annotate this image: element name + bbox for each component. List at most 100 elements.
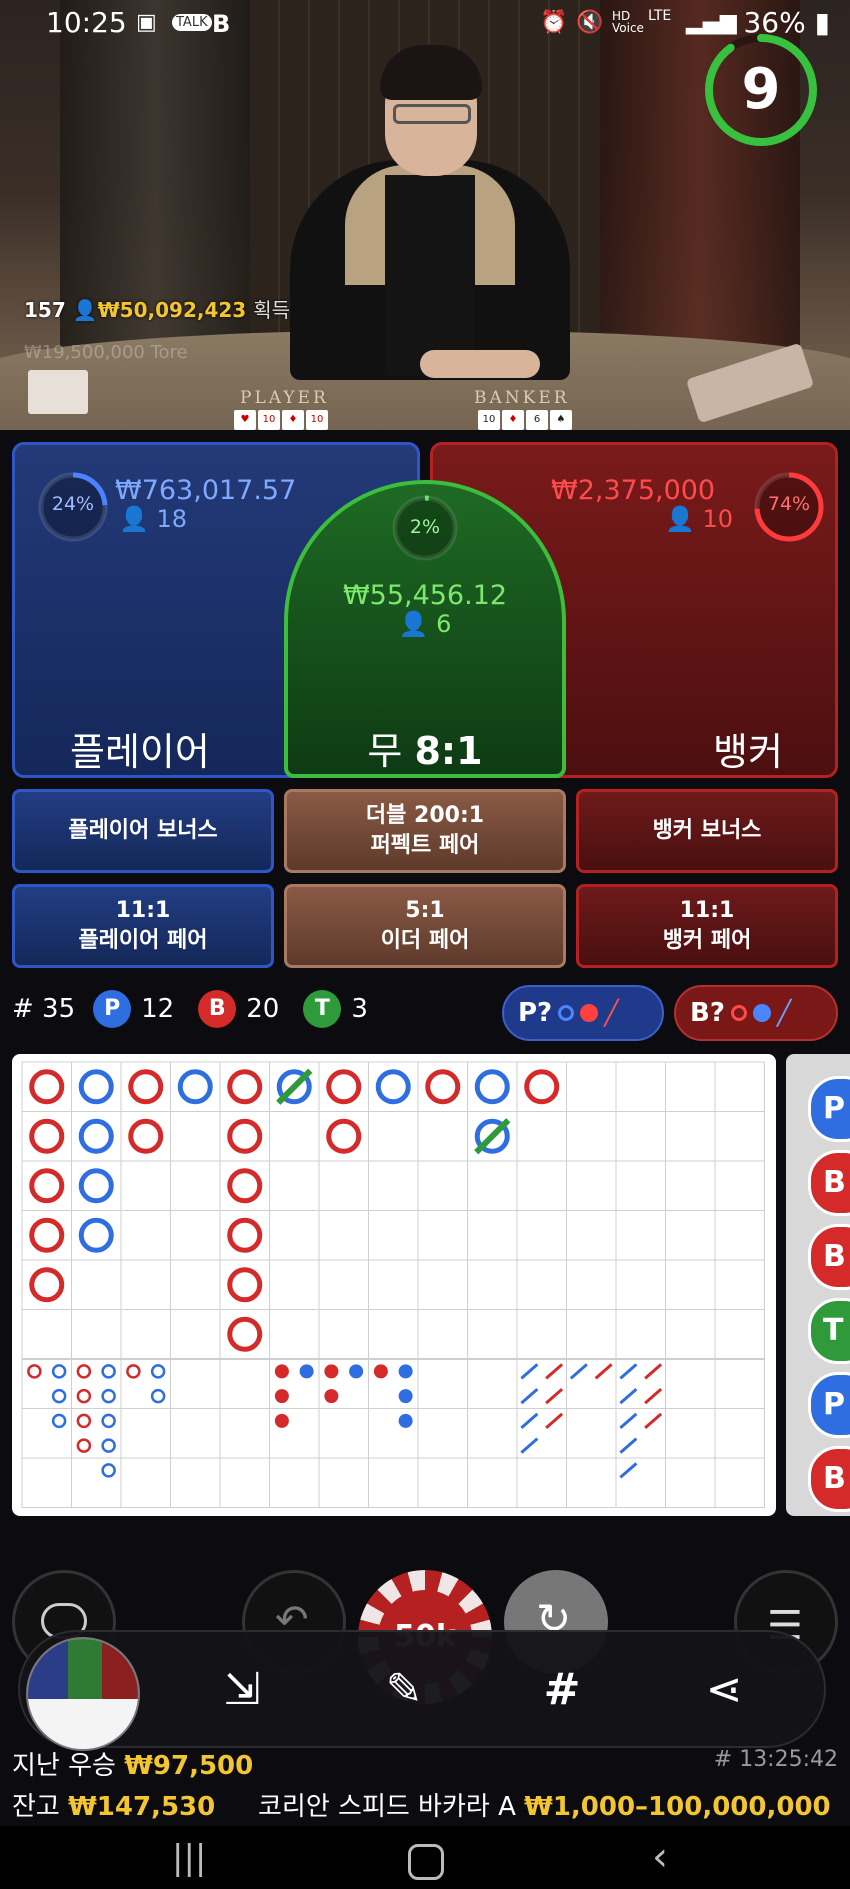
tie-count-value: 6 [436,610,452,638]
small-road-marker [51,1388,67,1404]
mute-icon: 🔇 [576,10,604,35]
side-road-p: P [808,1372,850,1438]
side-road-t: T [808,1298,850,1364]
bet-spot-tie[interactable]: 2% ₩55,456.12 👤 6 무 8:1 [284,480,566,778]
last-win-row: 지난 우승 ₩97,500 [12,1745,253,1782]
hd-voice-icon: HD Voice [612,9,644,35]
tie-count: 👤 6 [288,610,562,638]
ask-player-label: P? [518,998,553,1028]
small-road-marker [76,1413,92,1429]
bet-player-bonus[interactable]: 플레이어 보너스 [12,789,274,873]
player-pair-label: 플레이어 페어 [78,928,208,953]
person-icon: 👤 [398,610,429,638]
big-road-marker [227,1168,263,1204]
bigeye-road-dot [398,1389,413,1404]
blue-dot-icon [752,1004,771,1022]
small-road-marker [150,1388,166,1404]
person-icon: 👤 [119,505,149,533]
big-road-marker [78,1118,114,1154]
red-slash-icon: ╱ [604,999,619,1027]
bigeye-road-dot [274,1364,289,1379]
bet-perfect-pair[interactable]: 더블 200:1 퍼펙트 페어 [284,789,566,873]
big-road-marker [78,1069,114,1105]
player-pair-payout: 11:1 [115,898,171,923]
bigeye-road-dot [398,1364,413,1379]
blue-ring-icon [558,1005,575,1021]
ask-player-button[interactable]: P? ╱ [502,985,664,1041]
dealer-hands [420,350,540,378]
scroll-capture-icon[interactable]: ⇲ [212,1660,272,1720]
game-time: # 13:25:42 [713,1747,838,1772]
gallery-icon: ▣ [136,10,157,35]
banker-wins-count: 20 [246,994,280,1024]
bet-either-pair[interactable]: 5:1 이더 페어 [284,884,566,968]
bigeye-road-dot [324,1364,339,1379]
either-pair-label: 이더 페어 [380,928,470,953]
big-road-marker [524,1069,560,1105]
perfect-pair-label: 퍼펙트 페어 [370,833,480,858]
thumb-roadmap [28,1699,138,1749]
ask-banker-button[interactable]: B? ╱ [674,985,838,1041]
small-road-marker [101,1463,116,1478]
big-road-marker [425,1069,461,1105]
small-road-marker [101,1438,116,1453]
thumb-tie-area [68,1639,102,1699]
small-road-marker [101,1413,116,1429]
side-road-b: B [808,1150,850,1216]
cockroach-road-slash [520,1387,539,1405]
player-count: 👤 18 [119,505,187,533]
roadmap-side-panel[interactable]: P B B T P B [786,1054,850,1516]
cockroach-road-slash [594,1363,613,1380]
bet-banker-bonus[interactable]: 뱅커 보너스 [576,789,838,873]
big-road-marker [128,1118,164,1154]
bet-banker-pair[interactable]: 11:1 뱅커 페어 [576,884,838,968]
table-name: 코리안 스피드 바카라 A [258,1792,516,1822]
crop-edit-icon[interactable]: ✎ [374,1660,434,1720]
bet-player-pair[interactable]: 11:1 플레이어 페어 [12,884,274,968]
player-title: 플레이어 [70,730,210,774]
small-road-marker [27,1364,42,1379]
lte-icon: LTE [648,8,672,24]
hashtag-icon[interactable]: # [532,1660,592,1720]
bigeye-road-dot [274,1413,289,1428]
red-ring-icon [730,1005,747,1021]
big-road-marker [128,1069,164,1105]
big-road-marker [227,1217,263,1253]
bigeye-road-dot [299,1364,314,1379]
tie-title-label: 무 [367,729,403,773]
banker-percent: 74% [767,493,811,515]
round-number: # 35 [12,994,76,1024]
playing-card: ♥ [234,410,256,430]
bigeye-road-dot [349,1364,364,1379]
status-time: 10:25 [46,6,127,39]
big-road-marker [326,1118,362,1154]
screenshot-thumbnail[interactable] [26,1637,140,1751]
system-nav-bar: ||| ‹ [0,1826,850,1889]
bigeye-road-dot [324,1389,339,1404]
tie-amount: ₩55,456.12 [342,580,508,611]
small-road-marker [101,1388,116,1404]
cockroach-road-slash [644,1387,663,1405]
last-win-amount: ₩97,500 [124,1751,254,1781]
big-road-marker [227,1069,263,1105]
big-road-marker [78,1217,114,1253]
small-road-marker [76,1438,92,1453]
blue-slash-icon: ╱ [776,999,792,1027]
table-banker-label: BANKER [474,388,570,408]
banker-pair-payout: 11:1 [679,898,735,923]
cockroach-road-slash [545,1387,564,1405]
big-road-marker [29,1069,65,1105]
banker-bonus-label: 뱅커 보너스 [652,818,762,843]
person-icon: 👤 [665,505,695,533]
person-icon: 👤 [72,298,98,322]
winners-strip: 157 👤₩50,092,423 획득 [24,294,290,323]
cockroach-road-slash [545,1412,564,1430]
back-icon[interactable]: ‹ [652,1834,668,1880]
cockroach-road-slash [644,1363,663,1380]
winners-count: 157 [24,298,66,322]
recent-apps-icon[interactable]: ||| [172,1838,206,1878]
home-icon[interactable] [408,1844,444,1880]
roadmap[interactable] [12,1054,776,1516]
share-icon[interactable]: ⋖ [694,1660,754,1720]
table-player-label: PLAYER [240,388,329,408]
